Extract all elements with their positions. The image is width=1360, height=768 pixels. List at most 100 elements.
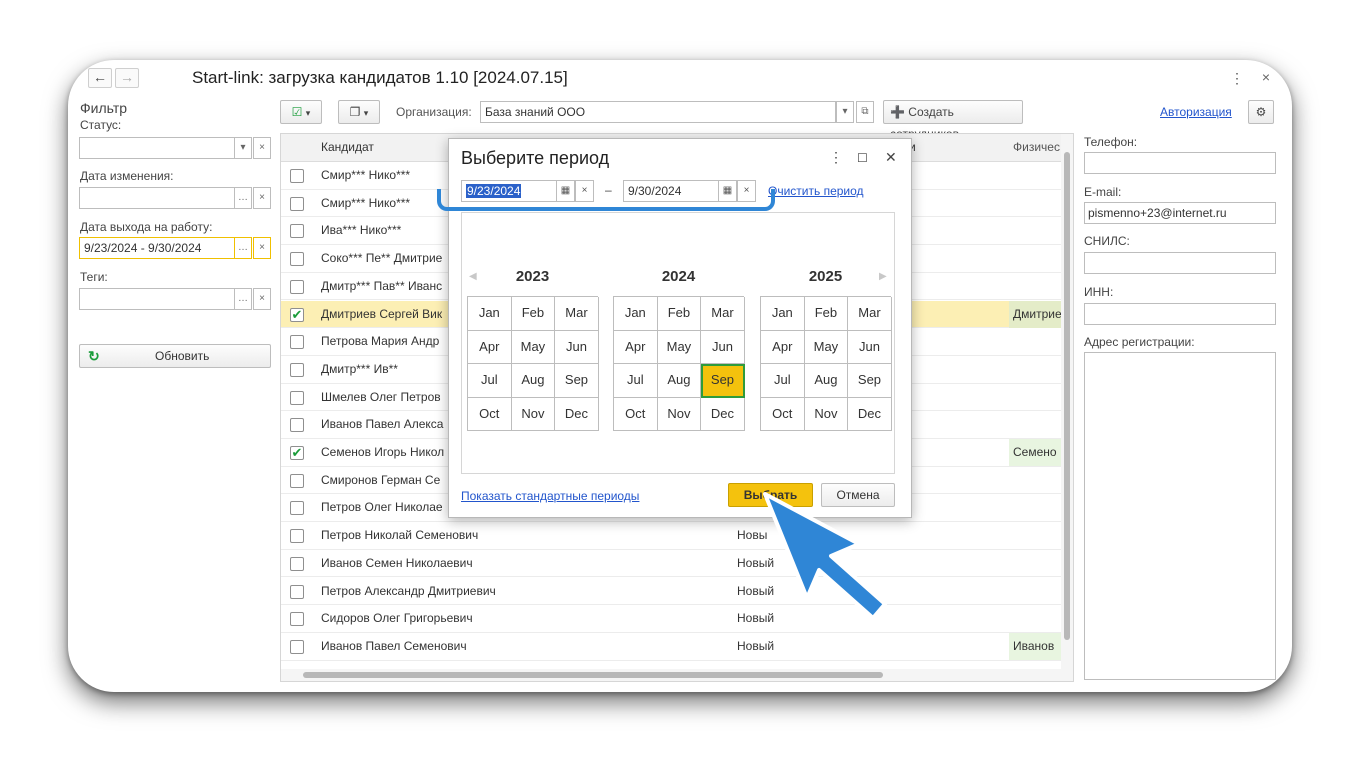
month-cell[interactable]: Nov	[804, 397, 849, 431]
settings-button[interactable]: ⚙	[1248, 100, 1274, 124]
row-checkbox[interactable]	[290, 335, 304, 350]
maximize-icon[interactable]: ☐	[857, 151, 868, 165]
vertical-scrollbar[interactable]	[1061, 134, 1073, 681]
vertical-scroll-thumb[interactable]	[1064, 152, 1070, 640]
tags-clear-button[interactable]: ×	[253, 288, 271, 310]
standard-periods-link[interactable]: Показать стандартные периоды	[461, 489, 639, 503]
horizontal-scroll-thumb[interactable]	[303, 672, 883, 678]
snils-field[interactable]	[1084, 252, 1276, 274]
refresh-button[interactable]: ↻ Обновить	[79, 344, 271, 368]
month-cell[interactable]: Aug	[657, 364, 702, 398]
email-field[interactable]: pismenno+23@internet.ru	[1084, 202, 1276, 224]
month-cell[interactable]: Mar	[701, 297, 745, 331]
row-checkbox[interactable]	[290, 252, 304, 267]
dialog-menu-icon[interactable]: ⋮	[829, 149, 843, 166]
month-cell[interactable]: Jun	[555, 330, 599, 364]
month-cell[interactable]: Feb	[511, 297, 556, 331]
authorization-link[interactable]: Авторизация	[1160, 105, 1232, 119]
row-checkbox[interactable]	[290, 584, 304, 599]
month-cell[interactable]: May	[804, 330, 849, 364]
row-checkbox[interactable]	[290, 418, 304, 433]
month-cell[interactable]: Apr	[468, 330, 512, 364]
month-cell[interactable]: Feb	[657, 297, 702, 331]
month-cell[interactable]: Aug	[804, 364, 849, 398]
row-checkbox[interactable]	[290, 639, 304, 654]
row-checkbox[interactable]	[290, 473, 304, 488]
inn-field[interactable]	[1084, 303, 1276, 325]
column-header-candidate[interactable]: Кандидат	[321, 134, 374, 161]
month-cell[interactable]: Apr	[614, 330, 658, 364]
table-row[interactable]: Иванов Семен Николаевич Новый	[281, 550, 1061, 578]
close-icon[interactable]: ✕	[885, 149, 897, 166]
month-cell[interactable]: May	[657, 330, 702, 364]
month-cell[interactable]: Jan	[614, 297, 658, 331]
year-label[interactable]: 2023	[467, 268, 598, 285]
horizontal-scrollbar[interactable]	[281, 669, 1063, 681]
month-cell[interactable]: Feb	[804, 297, 849, 331]
row-checkbox[interactable]	[290, 362, 304, 377]
month-cell[interactable]: Oct	[468, 397, 512, 431]
check-all-button[interactable]: ☑ ▾	[280, 100, 322, 124]
forward-button[interactable]: →	[115, 68, 139, 88]
row-checkbox[interactable]: ✔	[290, 446, 304, 460]
month-cell[interactable]: Sep	[848, 364, 892, 398]
month-cell[interactable]: Oct	[614, 397, 658, 431]
start-date-select-button[interactable]: …	[234, 237, 252, 259]
month-cell[interactable]: Sep	[701, 364, 745, 398]
start-date-field[interactable]: 9/23/2024 - 9/30/2024	[79, 237, 236, 259]
phone-field[interactable]	[1084, 152, 1276, 174]
month-cell[interactable]: Jul	[614, 364, 658, 398]
year-label[interactable]: 2025	[760, 268, 891, 285]
month-cell[interactable]: May	[511, 330, 556, 364]
organization-field[interactable]: База знаний ООО	[480, 101, 836, 123]
row-checkbox[interactable]	[290, 224, 304, 239]
month-cell[interactable]: Dec	[555, 397, 599, 431]
copy-menu-button[interactable]: ❐ ▾	[338, 100, 380, 124]
row-checkbox[interactable]	[290, 556, 304, 571]
month-cell[interactable]: Sep	[555, 364, 599, 398]
changed-date-clear-button[interactable]: ×	[253, 187, 271, 209]
address-field[interactable]	[1084, 352, 1276, 680]
status-dropdown-button[interactable]: ▾	[234, 137, 252, 159]
row-checkbox[interactable]	[290, 196, 304, 211]
month-cell[interactable]: Nov	[657, 397, 702, 431]
row-checkbox[interactable]	[290, 169, 304, 183]
month-cell[interactable]: Jul	[468, 364, 512, 398]
month-cell[interactable]: Jan	[468, 297, 512, 331]
table-row[interactable]: Сидоров Олег Григорьевич Новый	[281, 605, 1061, 633]
year-label[interactable]: 2024	[613, 268, 744, 285]
row-checkbox[interactable]	[290, 612, 304, 627]
table-row[interactable]: Иванов Павел Семенович Новый Иванов	[281, 632, 1063, 661]
month-cell[interactable]: Dec	[848, 397, 892, 431]
month-cell[interactable]: Oct	[761, 397, 805, 431]
month-cell[interactable]: Jan	[761, 297, 805, 331]
month-cell[interactable]: Nov	[511, 397, 556, 431]
month-cell[interactable]: Mar	[848, 297, 892, 331]
tags-field[interactable]	[79, 288, 236, 310]
column-header-phys[interactable]: Физичес	[1013, 134, 1060, 161]
month-cell[interactable]: Jul	[761, 364, 805, 398]
window-menu-icon[interactable]: ⋮	[1230, 70, 1244, 87]
window-close-icon[interactable]: ×	[1262, 69, 1270, 85]
month-cell[interactable]: Jun	[701, 330, 745, 364]
month-cell[interactable]: Mar	[555, 297, 599, 331]
month-cell[interactable]: Aug	[511, 364, 556, 398]
month-cell[interactable]: Apr	[761, 330, 805, 364]
changed-date-field[interactable]	[79, 187, 236, 209]
row-checkbox[interactable]	[290, 501, 304, 516]
organization-open-button[interactable]: ⧉	[856, 101, 874, 123]
row-checkbox[interactable]: ✔	[290, 307, 304, 322]
status-field[interactable]	[79, 137, 236, 159]
organization-dropdown-button[interactable]: ▾	[836, 101, 854, 123]
back-button[interactable]: ←	[88, 68, 112, 88]
month-cell[interactable]: Dec	[701, 397, 745, 431]
start-date-clear-button[interactable]: ×	[253, 237, 271, 259]
tags-select-button[interactable]: …	[234, 288, 252, 310]
status-clear-button[interactable]: ×	[253, 137, 271, 159]
month-cell[interactable]: Jun	[848, 330, 892, 364]
clear-period-link[interactable]: Очистить период	[768, 184, 864, 198]
row-checkbox[interactable]	[290, 390, 304, 405]
table-row[interactable]: Петров Александр Дмитриевич Новый	[281, 578, 1061, 606]
row-checkbox[interactable]	[290, 529, 304, 544]
table-row[interactable]: Петров Николай Семенович Новы	[281, 522, 1061, 550]
